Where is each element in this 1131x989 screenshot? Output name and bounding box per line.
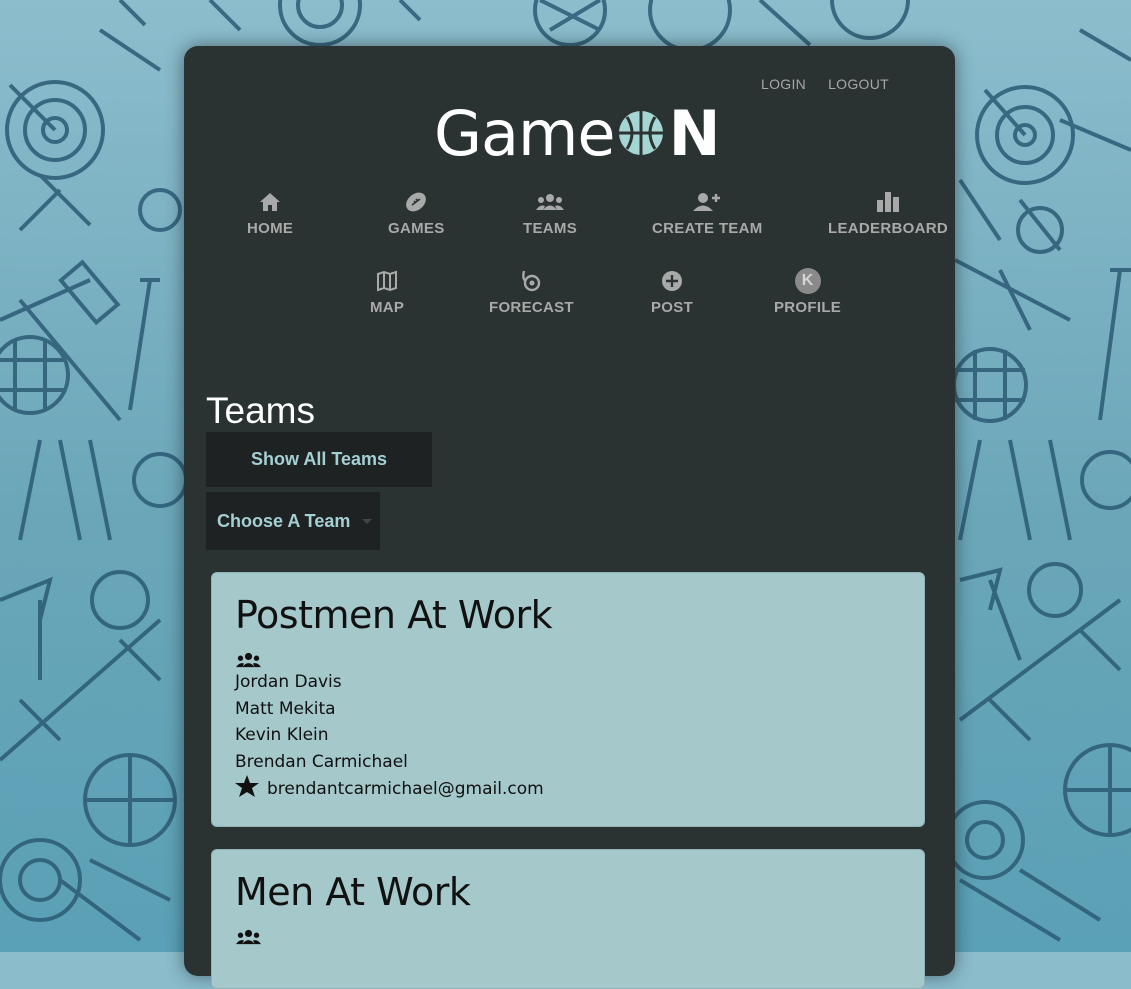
team-name: Postmen At Work xyxy=(235,593,553,637)
nav-leaderboard-label: LEADERBOARD xyxy=(828,220,948,237)
logo-word: Game xyxy=(434,96,616,170)
hurricane-icon xyxy=(520,268,542,294)
nav-games-label: GAMES xyxy=(388,220,445,237)
team-card: Men At Work xyxy=(211,849,925,989)
main-panel: LOGIN LOGOUT Game N HOME GAMES TEAMS CRE… xyxy=(184,46,955,989)
team-card: Postmen At Work Jordan Davis Matt Mekita… xyxy=(211,572,925,827)
team-captain: brendantcarmichael@gmail.com xyxy=(235,775,901,802)
logo-n: N xyxy=(668,96,721,170)
people-icon xyxy=(235,928,901,946)
star-icon xyxy=(235,775,259,802)
nav-games[interactable]: GAMES xyxy=(388,189,445,237)
team-name: Men At Work xyxy=(235,870,471,914)
login-link[interactable]: LOGIN xyxy=(761,76,806,92)
football-icon xyxy=(404,189,428,215)
team-member: Brendan Carmichael xyxy=(235,751,408,772)
avatar-icon: K xyxy=(794,268,821,294)
basketball-icon xyxy=(617,109,665,157)
people-icon xyxy=(235,651,901,669)
nav-map-label: MAP xyxy=(370,299,405,316)
people-icon xyxy=(536,189,564,215)
page-title: Teams xyxy=(206,390,315,431)
nav-post-label: POST xyxy=(651,299,694,316)
choose-team-label: Choose A Team xyxy=(217,510,351,531)
nav-leaderboard[interactable]: LEADERBOARD xyxy=(828,189,948,237)
gameon-logo[interactable]: Game N xyxy=(434,97,720,170)
choose-team-select[interactable]: Choose A Team xyxy=(206,492,380,550)
show-all-teams-button[interactable]: Show All Teams xyxy=(206,432,432,487)
nav-home[interactable]: HOME xyxy=(247,189,293,237)
logout-link[interactable]: LOGOUT xyxy=(828,76,889,92)
add-user-icon xyxy=(693,189,721,215)
nav-teams-label: TEAMS xyxy=(523,220,577,237)
auth-links: LOGIN LOGOUT xyxy=(761,76,889,92)
home-icon xyxy=(259,189,281,215)
nav-forecast[interactable]: FORECAST xyxy=(489,268,574,316)
nav-home-label: HOME xyxy=(247,220,294,237)
chevron-down-icon xyxy=(362,519,372,524)
team-member: Matt Mekita xyxy=(235,698,336,719)
team-member: Kevin Klein xyxy=(235,725,329,745)
nav-map[interactable]: MAP xyxy=(370,268,404,316)
nav-forecast-label: FORECAST xyxy=(489,299,574,316)
nav-profile[interactable]: K PROFILE xyxy=(774,268,841,316)
captain-email: brendantcarmichael@gmail.com xyxy=(267,778,544,799)
bar-chart-icon xyxy=(876,189,899,215)
team-member: Jordan Davis xyxy=(235,672,342,692)
nav-profile-label: PROFILE xyxy=(774,299,842,316)
nav-teams[interactable]: TEAMS xyxy=(523,189,577,237)
nav-post[interactable]: POST xyxy=(651,268,693,316)
nav-create-team[interactable]: CREATE TEAM xyxy=(652,189,763,237)
avatar-letter: K xyxy=(794,268,821,294)
map-icon xyxy=(376,268,398,294)
plus-circle-icon xyxy=(661,268,683,294)
nav-create-team-label: CREATE TEAM xyxy=(652,220,763,237)
